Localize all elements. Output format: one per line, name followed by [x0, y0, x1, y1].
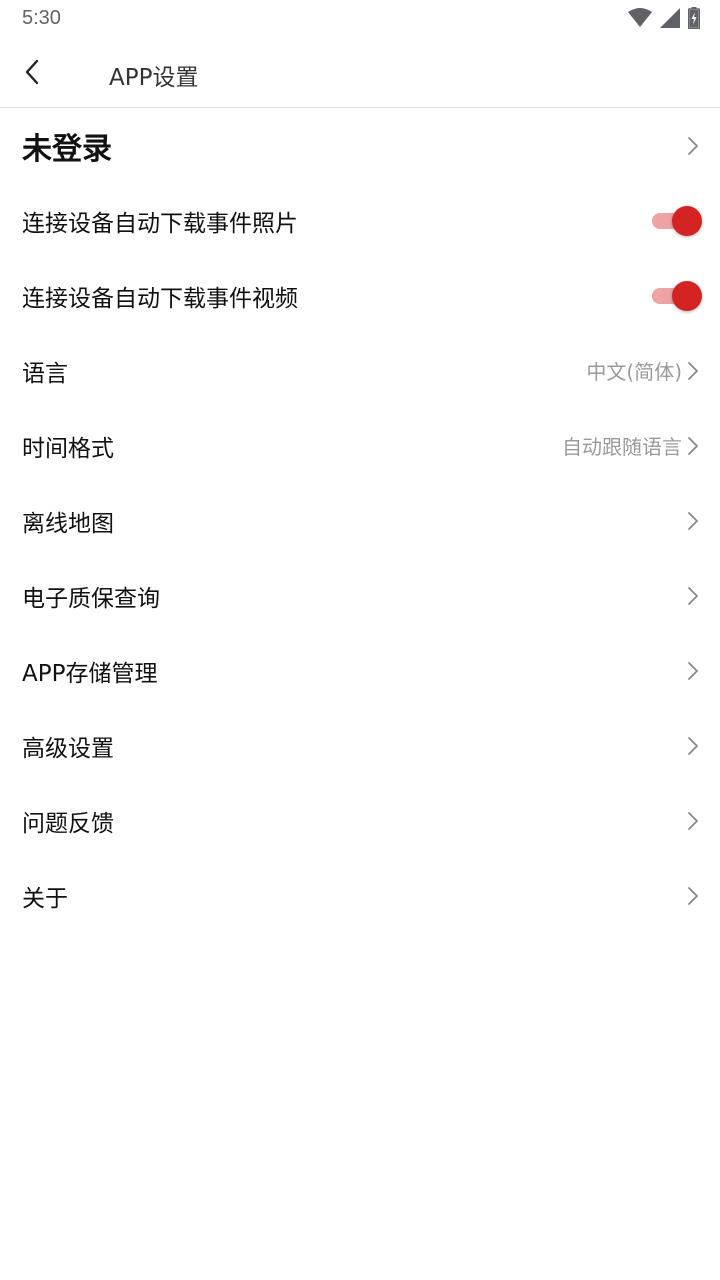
settings-item-feedback[interactable]: 问题反馈 [0, 783, 720, 858]
settings-list: 未登录 连接设备自动下载事件照片 连接设备自动下载事件视频 语言 中文(简体) … [0, 108, 720, 933]
chevron-right-icon [686, 661, 700, 681]
chevron-right-icon [686, 736, 700, 756]
status-bar: 5:30 [0, 0, 720, 38]
auto-download-videos-row: 连接设备自动下载事件视频 [0, 258, 720, 333]
settings-item-label: 离线地图 [22, 510, 114, 537]
settings-item-label: 时间格式 [22, 435, 114, 462]
settings-item-label: 问题反馈 [22, 810, 114, 837]
chevron-right-icon [686, 361, 700, 381]
settings-item-label: 高级设置 [22, 735, 114, 762]
wifi-icon [628, 8, 652, 27]
auto-download-videos-label: 连接设备自动下载事件视频 [22, 285, 298, 312]
settings-item-label: 语言 [22, 360, 68, 387]
chevron-right-icon [686, 586, 700, 606]
toggle-thumb [672, 205, 702, 236]
auto-download-videos-toggle[interactable] [652, 280, 702, 311]
settings-item-time-format[interactable]: 时间格式 自动跟随语言 [0, 408, 720, 483]
chevron-right-icon [686, 136, 700, 156]
account-row[interactable]: 未登录 [0, 108, 720, 183]
back-button[interactable] [10, 50, 54, 94]
settings-item-warranty[interactable]: 电子质保查询 [0, 558, 720, 633]
chevron-right-icon [686, 511, 700, 531]
auto-download-photos-label: 连接设备自动下载事件照片 [22, 210, 298, 237]
auto-download-photos-toggle[interactable] [652, 205, 702, 236]
settings-item-offline-map[interactable]: 离线地图 [0, 483, 720, 558]
toggle-thumb [672, 280, 702, 311]
settings-item-label: 关于 [22, 885, 68, 912]
login-status-label: 未登录 [22, 131, 112, 167]
chevron-right-icon [686, 886, 700, 906]
settings-item-label: 电子质保查询 [22, 585, 160, 612]
status-time: 5:30 [22, 7, 61, 29]
settings-item-label: APP存储管理 [22, 660, 158, 687]
auto-download-photos-row: 连接设备自动下载事件照片 [0, 183, 720, 258]
battery-charging-icon [688, 7, 700, 29]
app-header: APP设置 [0, 38, 720, 108]
status-icons [628, 7, 700, 29]
settings-item-about[interactable]: 关于 [0, 858, 720, 933]
chevron-right-icon [686, 811, 700, 831]
settings-item-value: 中文(简体) [586, 360, 682, 384]
settings-item-value: 自动跟随语言 [562, 435, 682, 459]
settings-item-language[interactable]: 语言 中文(简体) [0, 333, 720, 408]
chevron-right-icon [686, 436, 700, 456]
settings-item-advanced[interactable]: 高级设置 [0, 708, 720, 783]
chevron-left-icon [25, 59, 39, 85]
signal-icon [660, 8, 680, 28]
page-title: APP设置 [109, 65, 199, 91]
settings-item-storage[interactable]: APP存储管理 [0, 633, 720, 708]
